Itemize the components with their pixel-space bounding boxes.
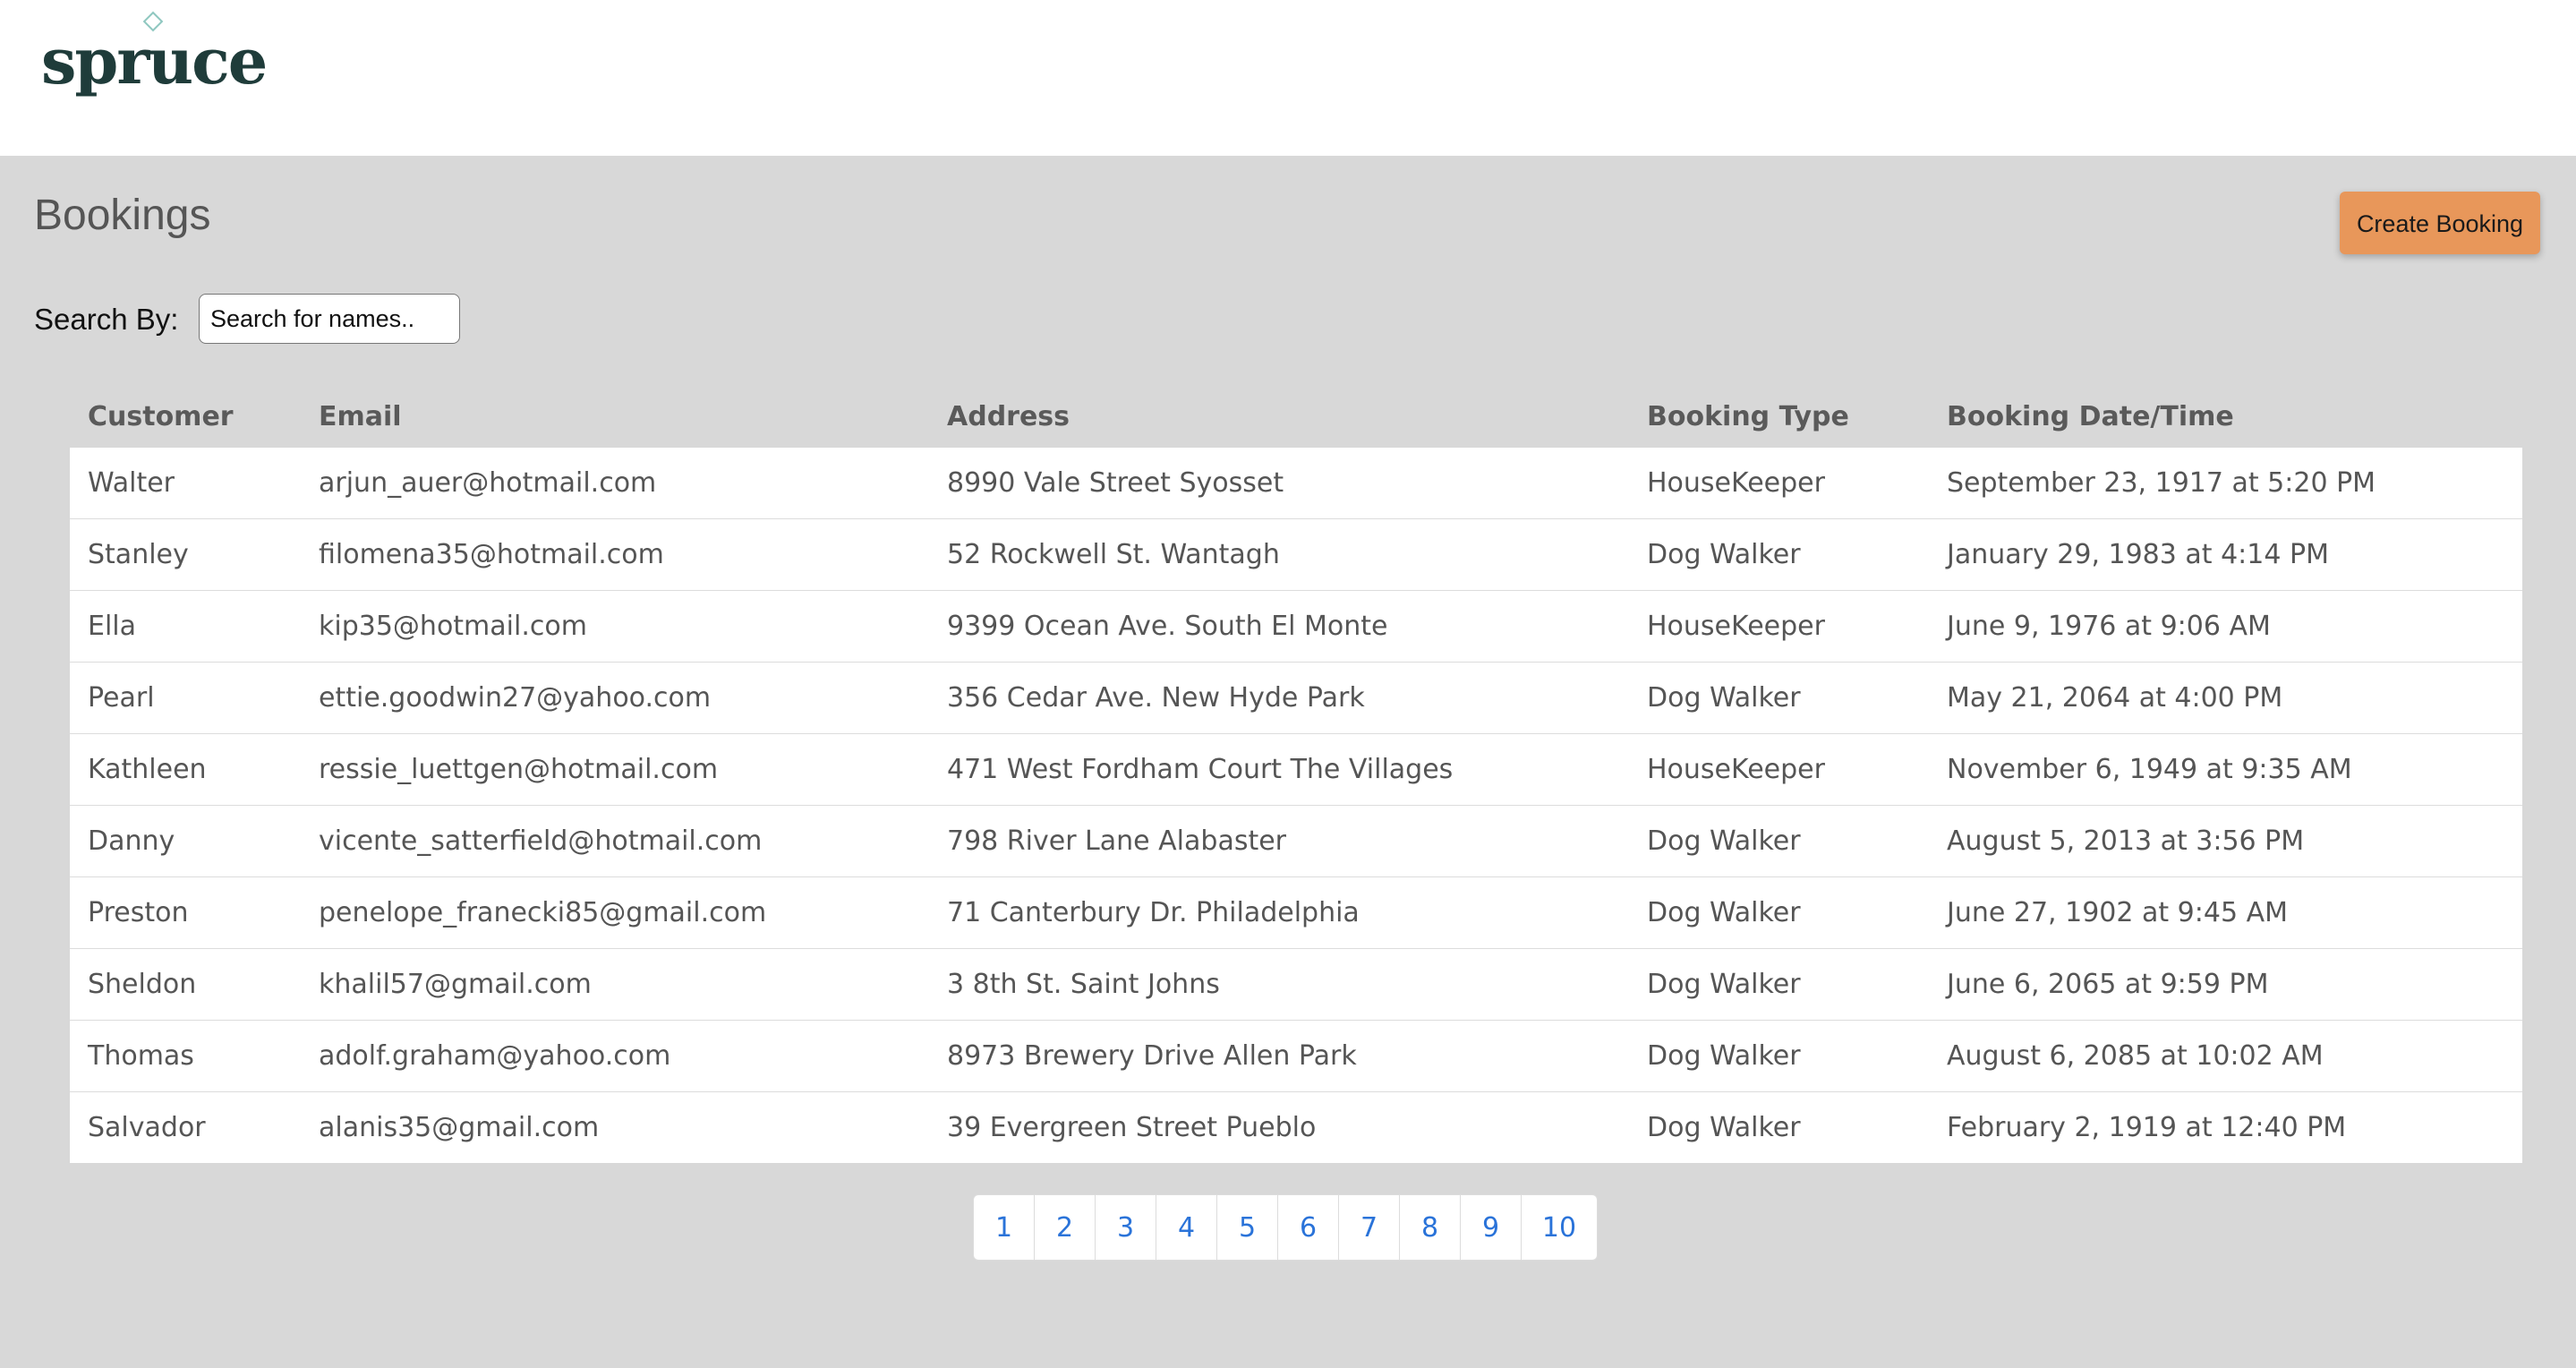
email-cell: vicente_satterfield@hotmail.com [301,805,929,877]
table-row[interactable]: Thomas adolf.graham@yahoo.com 8973 Brewery… [70,1020,2522,1092]
table-row[interactable]: Preston penelope_franecki85@gmail.com 71 C… [70,876,2522,949]
booking-type-cell: HouseKeeper [1629,448,1929,519]
address-cell: 471 West Fordham Court The Villages [929,733,1629,806]
page-link-10[interactable]: 10 [1522,1195,1597,1260]
page-link-7[interactable]: 7 [1339,1195,1400,1260]
customer-cell: Walter [70,448,301,519]
page-link-2[interactable]: 2 [1035,1195,1096,1260]
email-cell: adolf.graham@yahoo.com [301,1020,929,1092]
customer-cell: Thomas [70,1020,301,1092]
page-link-5[interactable]: 5 [1217,1195,1278,1260]
address-cell: 356 Cedar Ave. New Hyde Park [929,662,1629,734]
table-row[interactable]: Ella kip35@hotmail.com 9399 Ocean Ave. Sou… [70,590,2522,663]
page-link-4[interactable]: 4 [1156,1195,1217,1260]
table-row[interactable]: Salvador alanis35@gmail.com 39 Evergreen S… [70,1091,2522,1163]
booking-type-cell: Dog Walker [1629,876,1929,949]
column-header-address: Address [947,400,1070,432]
booking-datetime-cell: September 23, 1917 at 5:20 PM [1929,448,2522,519]
table-row[interactable]: Kathleen ressie_luettgen@hotmail.com 471 W… [70,733,2522,806]
table-row[interactable]: Stanley filomena35@hotmail.com 52 Rockwell… [70,518,2522,591]
customer-cell: Kathleen [70,733,301,806]
booking-datetime-cell: August 5, 2013 at 3:56 PM [1929,805,2522,877]
table-row[interactable]: Pearl ettie.goodwin27@yahoo.com 356 Cedar … [70,662,2522,734]
page-link-8[interactable]: 8 [1400,1195,1461,1260]
address-cell: 9399 Ocean Ave. South El Monte [929,590,1629,663]
email-cell: khalil57@gmail.com [301,948,929,1021]
email-cell: arjun_auer@hotmail.com [301,448,929,519]
customer-cell: Preston [70,876,301,949]
bookings-table: Customer Email Address Booking Type Book… [70,385,2522,1163]
booking-type-cell: Dog Walker [1629,662,1929,734]
booking-datetime-cell: June 9, 1976 at 9:06 AM [1929,590,2522,663]
customer-cell: Ella [70,590,301,663]
column-header-booking-type: Booking Type [1647,400,1849,432]
email-cell: ressie_luettgen@hotmail.com [301,733,929,806]
email-cell: ettie.goodwin27@yahoo.com [301,662,929,734]
email-cell: penelope_franecki85@gmail.com [301,876,929,949]
customer-cell: Stanley [70,518,301,591]
booking-datetime-cell: June 27, 1902 at 9:45 AM [1929,876,2522,949]
column-header-customer: Customer [88,400,234,432]
page-link-1[interactable]: 1 [974,1195,1035,1260]
booking-datetime-cell: January 29, 1983 at 4:14 PM [1929,518,2522,591]
table-row[interactable]: Sheldon khalil57@gmail.com 3 8th St. Saint… [70,948,2522,1021]
table-header-row: Customer Email Address Booking Type Book… [70,385,2522,448]
create-booking-button[interactable]: Create Booking [2340,192,2540,254]
booking-type-cell: Dog Walker [1629,1091,1929,1163]
page-title: Bookings [34,192,211,239]
address-cell: 3 8th St. Saint Johns [929,948,1629,1021]
address-cell: 8973 Brewery Drive Allen Park [929,1020,1629,1092]
address-cell: 39 Evergreen Street Pueblo [929,1091,1629,1163]
customer-cell: Sheldon [70,948,301,1021]
booking-type-cell: HouseKeeper [1629,590,1929,663]
email-cell: filomena35@hotmail.com [301,518,929,591]
customer-cell: Salvador [70,1091,301,1163]
booking-datetime-cell: May 21, 2064 at 4:00 PM [1929,662,2522,734]
page-link-3[interactable]: 3 [1096,1195,1156,1260]
customer-cell: Danny [70,805,301,877]
address-cell: 71 Canterbury Dr. Philadelphia [929,876,1629,949]
address-cell: 798 River Lane Alabaster [929,805,1629,877]
table-row[interactable]: Danny vicente_satterfield@hotmail.com 798 … [70,805,2522,877]
booking-datetime-cell: November 6, 1949 at 9:35 AM [1929,733,2522,806]
table-body: Walter arjun_auer@hotmail.com 8990 Vale St… [70,448,2522,1163]
address-cell: 8990 Vale Street Syosset [929,448,1629,519]
top-header: spruce [0,0,2576,156]
search-input[interactable] [199,294,460,344]
search-label: Search By: [34,303,179,336]
page-link-6[interactable]: 6 [1278,1195,1339,1260]
page-link-9[interactable]: 9 [1461,1195,1522,1260]
column-header-booking-datetime: Booking Date/Time [1947,400,2234,432]
email-cell: kip35@hotmail.com [301,590,929,663]
booking-datetime-cell: February 2, 1919 at 12:40 PM [1929,1091,2522,1163]
address-cell: 52 Rockwell St. Wantagh [929,518,1629,591]
booking-type-cell: Dog Walker [1629,1020,1929,1092]
spruce-logo[interactable]: spruce [41,30,268,93]
booking-type-cell: Dog Walker [1629,805,1929,877]
table-row[interactable]: Walter arjun_auer@hotmail.com 8990 Vale St… [70,448,2522,519]
booking-type-cell: Dog Walker [1629,948,1929,1021]
customer-cell: Pearl [70,662,301,734]
column-header-email: Email [319,400,402,432]
booking-type-cell: Dog Walker [1629,518,1929,591]
booking-datetime-cell: August 6, 2085 at 10:02 AM [1929,1020,2522,1092]
pagination: 1 2 3 4 5 6 7 8 9 10 [973,1194,1598,1261]
email-cell: alanis35@gmail.com [301,1091,929,1163]
booking-datetime-cell: June 6, 2065 at 9:59 PM [1929,948,2522,1021]
booking-type-cell: HouseKeeper [1629,733,1929,806]
